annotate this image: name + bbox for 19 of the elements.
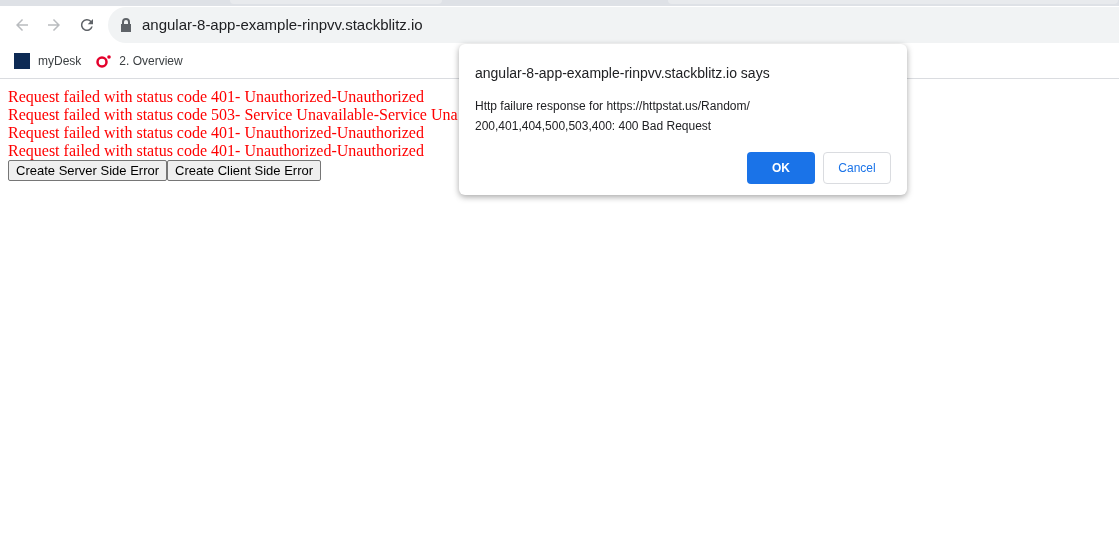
address-bar[interactable]: angular-8-app-example-rinpvv.stackblitz.io [108, 7, 1119, 43]
url-text: angular-8-app-example-rinpvv.stackblitz.io [142, 14, 423, 35]
bookmark[interactable]: 2. Overview [95, 52, 183, 70]
dialog-message: Http failure response for https://httpstat.us/Random/ 200,401,404,500,503,400: 400 Bad Request [475, 98, 750, 135]
forward-icon[interactable] [45, 16, 63, 34]
error-message: Request failed with status code 401- Unauthorized-Unauthorized [8, 142, 424, 160]
cancel-button[interactable]: Cancel [823, 152, 891, 184]
logo-icon [14, 53, 30, 69]
error-message: Request failed with status code 503- Service Unavailable-Service Una [8, 106, 458, 124]
ring-icon [95, 54, 112, 68]
bookmark[interactable]: myDesk [14, 52, 82, 70]
action-button[interactable]: Create Client Side Error [167, 160, 322, 181]
action-button[interactable]: Create Server Side Error [8, 160, 168, 181]
lock-icon [120, 18, 132, 32]
error-message: Request failed with status code 401- Unauthorized-Unauthorized [8, 124, 424, 142]
dialog-title: angular-8-app-example-rinpvv.stackblitz.io says [475, 64, 770, 83]
reload-icon[interactable] [78, 16, 96, 34]
error-message: Request failed with status code 401- Unauthorized-Unauthorized [8, 88, 424, 106]
ok-button[interactable]: OK [747, 152, 815, 184]
